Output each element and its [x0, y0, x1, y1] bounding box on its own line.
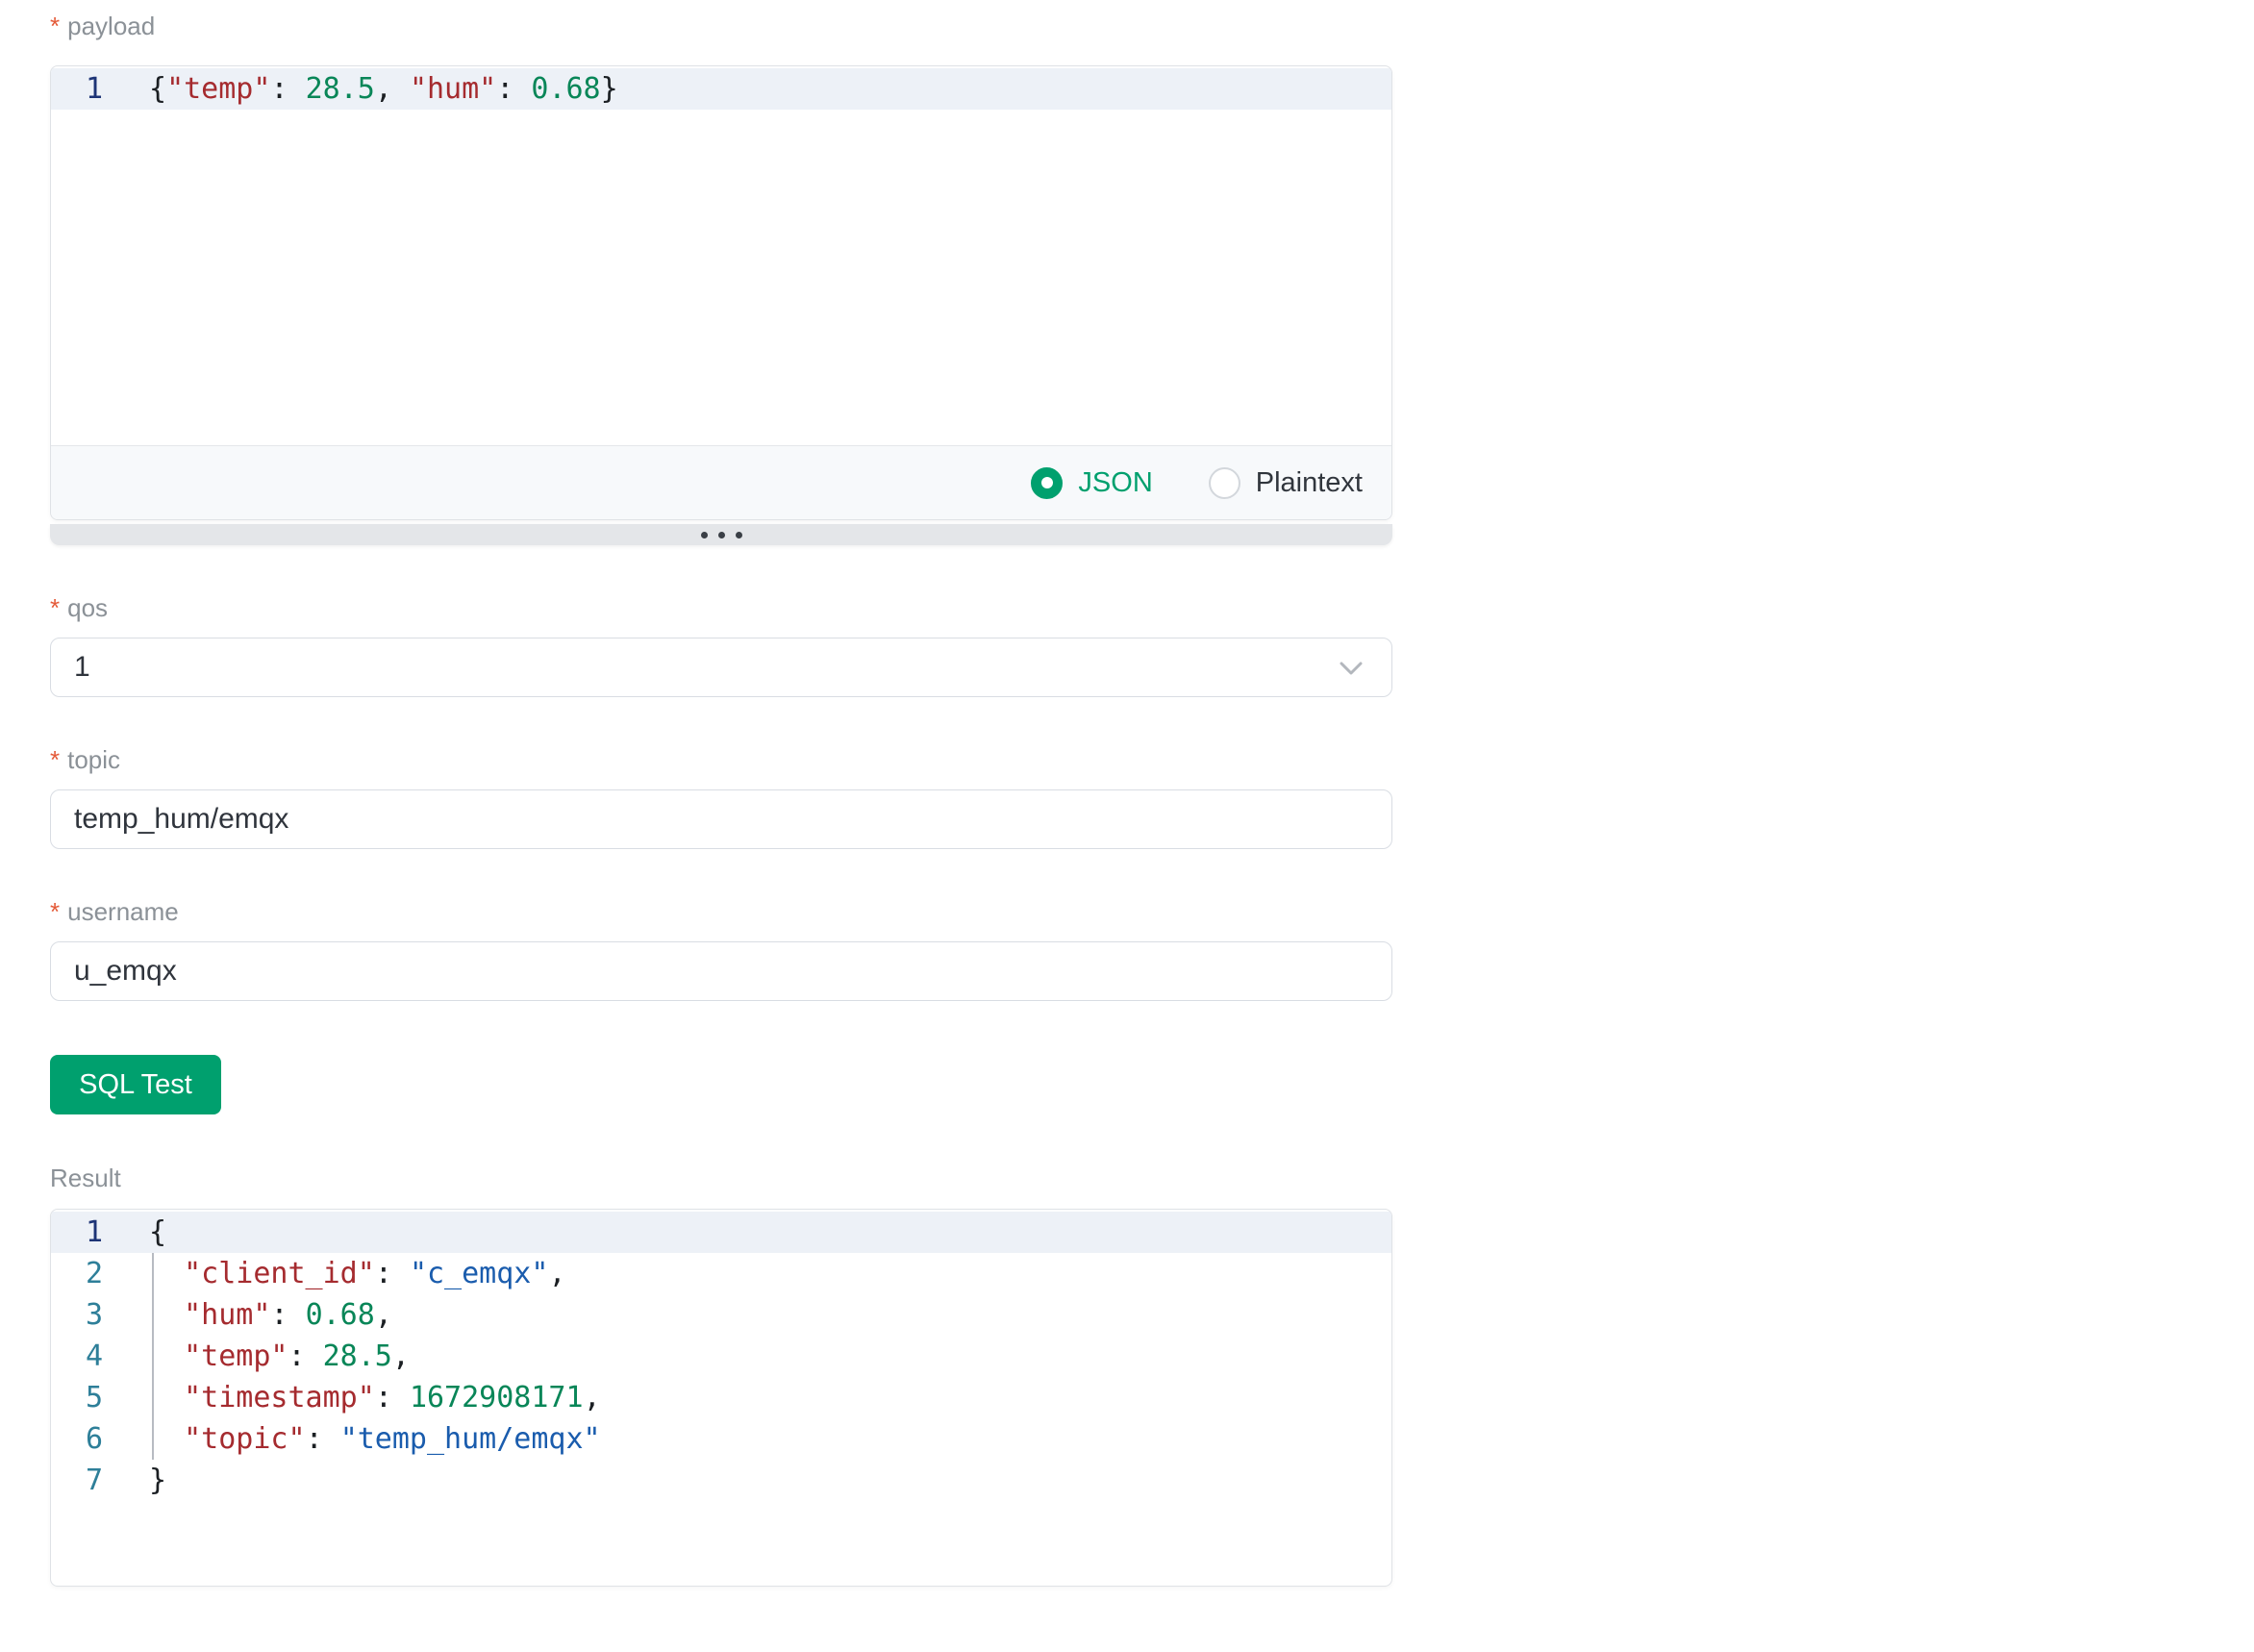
payload-editor-lines[interactable]: 1 {"temp": 28.5, "hum": 0.68} [51, 66, 1391, 445]
line-number: 7 [51, 1460, 103, 1501]
line-number: 2 [51, 1253, 103, 1294]
format-radio-plaintext-label[interactable]: Plaintext [1256, 467, 1363, 499]
payload-label: *payload [50, 12, 1392, 40]
code-line[interactable]: 4 "temp": 28.5, [51, 1336, 1391, 1377]
result-code-viewer[interactable]: 1{2 "client_id": "c_emqx",3 "hum": 0.68,… [50, 1209, 1392, 1587]
radio-selected-icon[interactable] [1031, 467, 1063, 499]
radio-unselected-icon[interactable] [1209, 467, 1240, 499]
result-editor-lines[interactable]: 1{2 "client_id": "c_emqx",3 "hum": 0.68,… [51, 1210, 1391, 1586]
line-number: 3 [51, 1294, 103, 1336]
username-field-group: *username [50, 897, 1392, 1001]
line-number: 4 [51, 1336, 103, 1377]
payload-field-group: *payload 1 {"temp": 28.5, "hum": 0.68} JS… [50, 12, 1392, 545]
line-number: 6 [51, 1418, 103, 1460]
code-content: {"temp": 28.5, "hum": 0.68} [149, 68, 1391, 110]
topic-label-text: topic [67, 745, 120, 774]
qos-selected-value: 1 [74, 651, 90, 684]
editor-resize-handle[interactable] [50, 524, 1392, 545]
username-label-text: username [67, 897, 179, 926]
format-radio-plaintext[interactable]: Plaintext [1209, 467, 1363, 499]
required-asterisk: * [50, 745, 60, 774]
code-content: } [149, 1460, 1391, 1501]
topic-field-group: *topic [50, 745, 1392, 849]
topic-label: *topic [50, 745, 1392, 774]
payload-format-bar: JSON Plaintext [51, 445, 1391, 519]
resize-handle-dot [701, 532, 708, 538]
code-line[interactable]: 7} [51, 1460, 1391, 1501]
qos-select[interactable]: 1 [50, 638, 1392, 697]
required-asterisk: * [50, 897, 60, 926]
code-line[interactable]: 2 "client_id": "c_emqx", [51, 1253, 1391, 1294]
line-number: 1 [51, 1212, 103, 1253]
required-asterisk: * [50, 12, 60, 40]
topic-input[interactable] [50, 789, 1392, 849]
payload-code-editor[interactable]: 1 {"temp": 28.5, "hum": 0.68} JSON Plaint… [50, 65, 1392, 520]
line-number: 5 [51, 1377, 103, 1418]
username-input[interactable] [50, 941, 1392, 1001]
line-number: 1 [51, 68, 103, 110]
code-content: "timestamp": 1672908171, [149, 1377, 1391, 1418]
username-label: *username [50, 897, 1392, 926]
required-asterisk: * [50, 593, 60, 622]
code-line[interactable]: 1{ [51, 1212, 1391, 1253]
payload-label-text: payload [67, 12, 155, 40]
qos-label: *qos [50, 593, 1392, 622]
code-line[interactable]: 3 "hum": 0.68, [51, 1294, 1391, 1336]
code-line[interactable]: 1 {"temp": 28.5, "hum": 0.68} [51, 68, 1391, 110]
code-content: { [149, 1212, 1391, 1253]
qos-field-group: *qos 1 [50, 593, 1392, 697]
result-label: Result [50, 1164, 1392, 1192]
chevron-down-icon [1334, 650, 1368, 685]
code-content: "temp": 28.5, [149, 1336, 1391, 1377]
code-content: "topic": "temp_hum/emqx" [149, 1418, 1391, 1460]
format-radio-json[interactable]: JSON [1031, 467, 1152, 499]
resize-handle-dot [718, 532, 725, 538]
code-line[interactable]: 5 "timestamp": 1672908171, [51, 1377, 1391, 1418]
format-radio-json-label[interactable]: JSON [1078, 467, 1152, 499]
sql-test-form: *payload 1{"temp": 28.5, "hum": 0.68} JS… [50, 0, 1392, 1587]
code-content: "client_id": "c_emqx", [149, 1253, 1391, 1294]
code-content: "hum": 0.68, [149, 1294, 1391, 1336]
qos-label-text: qos [67, 593, 108, 622]
resize-handle-dot [736, 532, 742, 538]
code-line[interactable]: 6 "topic": "temp_hum/emqx" [51, 1418, 1391, 1460]
sql-test-button[interactable]: SQL Test [50, 1055, 221, 1114]
